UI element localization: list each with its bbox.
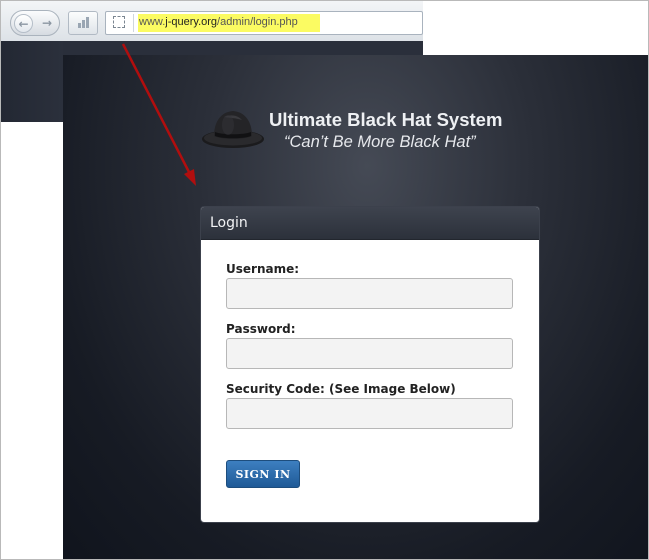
forward-button[interactable]: → — [38, 14, 56, 32]
history-navigation: ← → — [10, 10, 60, 36]
url-path: /admin/login.php — [217, 16, 298, 28]
url-prefix: www. — [139, 16, 166, 28]
password-input[interactable] — [226, 338, 513, 369]
black-hat-icon — [202, 111, 264, 148]
address-bar[interactable]: www.j-query.org/admin/login.php — [105, 11, 423, 35]
login-title: Login — [210, 215, 248, 231]
site-title: Ultimate Black Hat System — [269, 109, 503, 130]
site-identity-icon[interactable] — [113, 16, 125, 28]
background-page-strip — [63, 41, 423, 55]
background-page-strip — [1, 41, 63, 122]
password-label: Password: — [226, 322, 296, 336]
security-code-label: Security Code: (See Image Below) — [226, 382, 456, 396]
url-domain: j-query.org — [165, 16, 218, 28]
url-text[interactable]: www.j-query.org/admin/login.php — [139, 16, 298, 28]
page-stats-button[interactable] — [68, 11, 98, 35]
arrow-left-icon: ← — [18, 16, 29, 31]
login-card-header: Login — [201, 207, 539, 240]
admin-login-page: Ultimate Black Hat System “Can’t Be More… — [63, 55, 648, 559]
arrow-right-icon: → — [41, 16, 53, 30]
login-form-card: Login Username: Password: Security Code:… — [200, 206, 540, 523]
sign-in-button[interactable]: SIGN IN — [226, 460, 300, 488]
back-button[interactable]: ← — [14, 14, 33, 33]
username-label: Username: — [226, 262, 300, 276]
security-code-input[interactable] — [226, 398, 513, 429]
address-divider — [133, 14, 134, 32]
browser-toolbar: ← → www.j-query.org/admin/login.php — [1, 1, 423, 41]
site-tagline: “Can’t Be More Black Hat” — [284, 133, 476, 151]
username-input[interactable] — [226, 278, 513, 309]
